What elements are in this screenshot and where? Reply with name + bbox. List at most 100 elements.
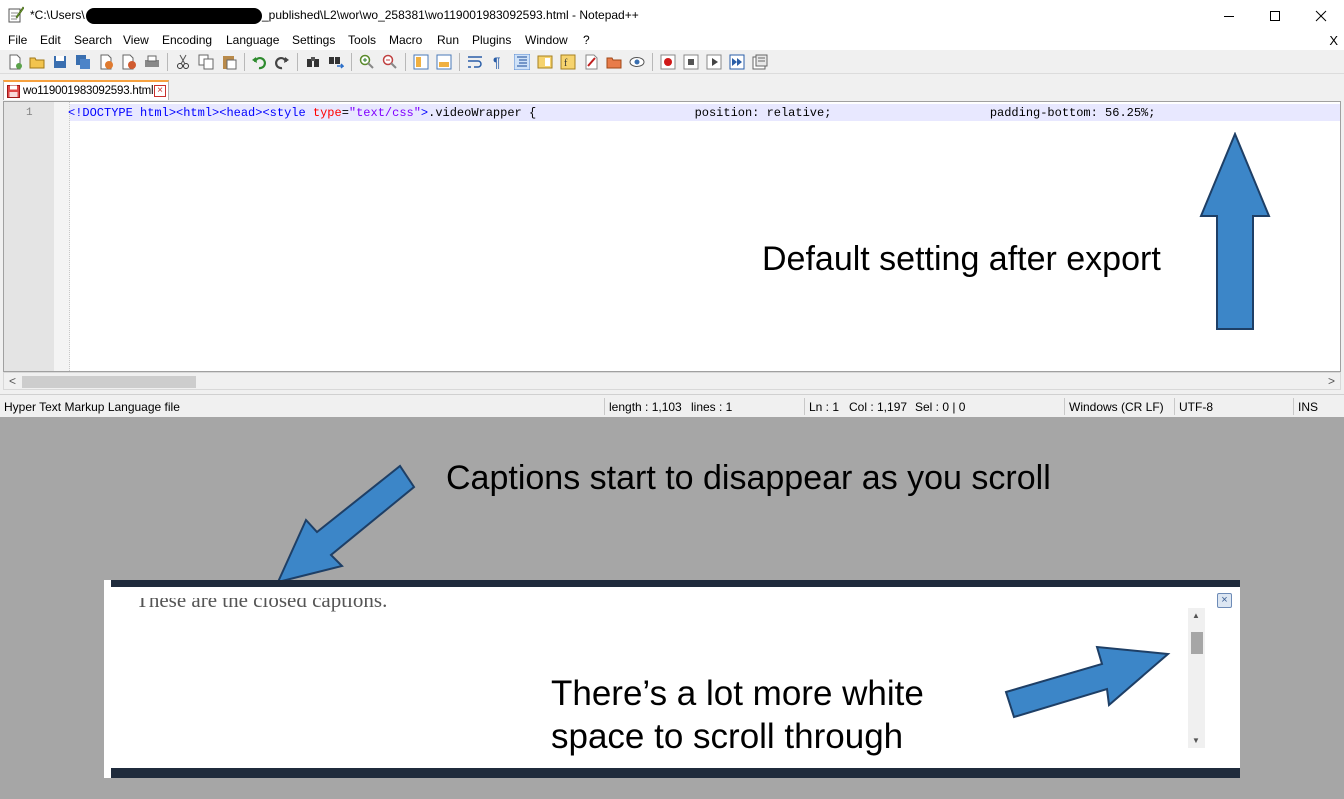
tab-close-icon[interactable]: ×: [154, 85, 166, 97]
menu-help[interactable]: ?: [583, 33, 590, 47]
close-icon[interactable]: [1298, 0, 1344, 31]
scroll-down-icon[interactable]: ▼: [1192, 736, 1200, 745]
zoom-out-icon[interactable]: [382, 54, 398, 70]
status-lines: lines : 1: [691, 400, 733, 414]
replace-icon[interactable]: [328, 54, 344, 70]
menu-run[interactable]: Run: [437, 33, 459, 47]
menu-bar: File Edit Search View Encoding Language …: [0, 31, 1344, 50]
menu-tools[interactable]: Tools: [348, 33, 376, 47]
status-line-number: Ln : 1: [809, 400, 840, 414]
status-file-type: Hyper Text Markup Language file: [4, 400, 180, 414]
monitor-icon[interactable]: [629, 54, 645, 70]
status-insert-mode: INS: [1298, 400, 1319, 414]
line-number: 1: [26, 107, 33, 119]
menu-plugins[interactable]: Plugins: [472, 33, 511, 47]
annotation-white-space-line1: There’s a lot more white: [551, 674, 924, 713]
toolbar-separator: [351, 53, 352, 71]
open-file-icon[interactable]: [29, 54, 45, 70]
menu-encoding[interactable]: Encoding: [162, 33, 212, 47]
status-divider: [1174, 398, 1175, 415]
unsaved-file-icon: [7, 85, 20, 98]
toolbar: ¶ f: [0, 50, 1344, 74]
maximize-icon[interactable]: [1252, 0, 1298, 31]
svg-text:¶: ¶: [493, 54, 501, 70]
menu-settings[interactable]: Settings: [292, 33, 335, 47]
zoom-in-icon[interactable]: [359, 54, 375, 70]
code-token: "text/css": [348, 106, 421, 120]
folder-workspace-icon[interactable]: [583, 54, 599, 70]
down-left-arrow-icon: [276, 464, 416, 584]
code-editor[interactable]: 1 <!DOCTYPE html><html><head><style type…: [3, 101, 1341, 372]
indent-guide-icon[interactable]: [514, 54, 530, 70]
code-token: .videoWrapper { position: relative; padd…: [428, 106, 1156, 120]
caption-scrollbar[interactable]: ▲ ▼: [1188, 608, 1205, 748]
new-file-icon[interactable]: [7, 54, 23, 70]
sync-horizontal-icon[interactable]: [436, 54, 452, 70]
code-token: type: [312, 106, 342, 120]
code-token: <style: [262, 106, 313, 120]
cut-icon[interactable]: [175, 54, 191, 70]
record-macro-icon[interactable]: [660, 54, 676, 70]
minimize-icon[interactable]: [1206, 0, 1252, 31]
save-macro-icon[interactable]: [752, 54, 768, 70]
redo-icon[interactable]: [274, 54, 290, 70]
player-top-bar: [111, 580, 1240, 587]
paste-icon[interactable]: [221, 54, 237, 70]
toolbar-separator: [297, 53, 298, 71]
status-bar: Hyper Text Markup Language file length :…: [0, 394, 1344, 417]
find-icon[interactable]: [305, 54, 321, 70]
close-icon[interactable]: ×: [1217, 593, 1232, 608]
status-divider: [1293, 398, 1294, 415]
notepad-app-icon: [8, 6, 24, 23]
notepad-window: *C:\Users\ _published\L2\wor\wo_258381\w…: [0, 0, 1344, 417]
save-all-icon[interactable]: [75, 54, 91, 70]
close-document-button[interactable]: X: [1329, 33, 1338, 48]
print-icon[interactable]: [144, 54, 160, 70]
doc-map-icon[interactable]: [537, 54, 553, 70]
close-icon[interactable]: [98, 54, 114, 70]
menu-file[interactable]: File: [8, 33, 27, 47]
folder-icon[interactable]: [606, 54, 622, 70]
function-list-icon[interactable]: f: [560, 54, 576, 70]
play-macro-icon[interactable]: [706, 54, 722, 70]
run-macro-multiple-icon[interactable]: [729, 54, 745, 70]
close-all-icon[interactable]: [121, 54, 137, 70]
menu-language[interactable]: Language: [226, 33, 279, 47]
stop-record-icon[interactable]: [683, 54, 699, 70]
horizontal-scrollbar[interactable]: < >: [3, 372, 1341, 390]
closed-caption-text: These are the closed captions.: [136, 598, 387, 618]
status-divider: [604, 398, 605, 415]
toolbar-separator: [244, 53, 245, 71]
toolbar-separator: [459, 53, 460, 71]
scroll-thumb[interactable]: [22, 376, 196, 388]
fold-margin: [54, 102, 70, 371]
caption-line: These are the closed captions.: [136, 598, 388, 612]
menu-macro[interactable]: Macro: [389, 33, 422, 47]
undo-icon[interactable]: [251, 54, 267, 70]
scroll-left-icon[interactable]: <: [9, 374, 16, 388]
scroll-right-icon[interactable]: >: [1328, 374, 1335, 388]
status-column: Col : 1,197: [849, 400, 908, 414]
scroll-thumb[interactable]: [1191, 632, 1203, 654]
window-title-suffix: _published\L2\wor\wo_258381\wo1190019830…: [262, 8, 639, 22]
status-eol: Windows (CR LF): [1069, 400, 1164, 414]
status-encoding: UTF-8: [1179, 400, 1213, 414]
line-number-gutter: [4, 102, 54, 371]
save-icon[interactable]: [52, 54, 68, 70]
sync-vertical-icon[interactable]: [413, 54, 429, 70]
tab-document[interactable]: wo119001983092593.html ×: [3, 80, 169, 100]
show-all-chars-icon[interactable]: ¶: [490, 54, 506, 70]
toolbar-separator: [652, 53, 653, 71]
annotation-white-space-line2: space to scroll through: [551, 717, 904, 756]
tab-label: wo119001983092593.html: [23, 85, 154, 97]
scroll-up-icon[interactable]: ▲: [1192, 611, 1200, 620]
code-token: <head>: [219, 106, 263, 120]
menu-edit[interactable]: Edit: [40, 33, 61, 47]
menu-view[interactable]: View: [123, 33, 149, 47]
menu-search[interactable]: Search: [74, 33, 112, 47]
status-length: length : 1,103: [609, 400, 682, 414]
menu-window[interactable]: Window: [525, 33, 568, 47]
copy-icon[interactable]: [198, 54, 214, 70]
word-wrap-icon[interactable]: [467, 54, 483, 70]
annotation-captions-disappear: Captions start to disappear as you scrol…: [446, 459, 1051, 497]
